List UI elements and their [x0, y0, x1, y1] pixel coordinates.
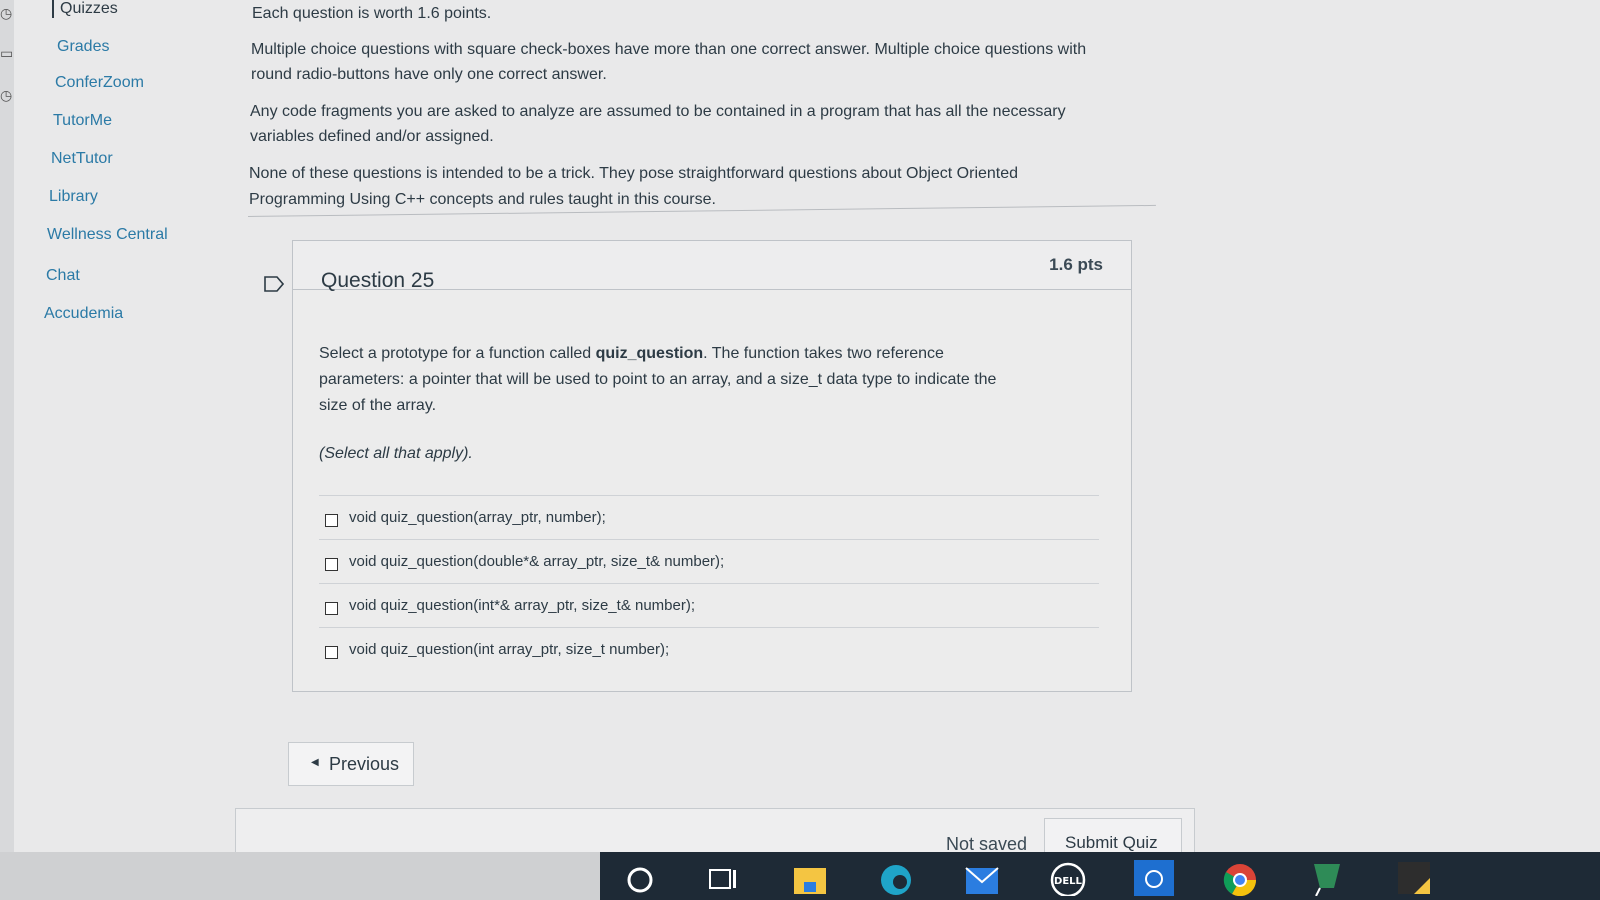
- question-text: Select a prototype for a function called…: [319, 341, 1079, 419]
- question-text-line3: size of the array.: [319, 397, 437, 414]
- search-icon[interactable]: [620, 858, 660, 896]
- chrome-icon[interactable]: [1220, 858, 1260, 896]
- answer-checkbox[interactable]: [325, 602, 338, 615]
- question-card: Question 25 1.6 pts Select a prototype f…: [292, 240, 1132, 692]
- instruction-code-line2: variables defined and/or assigned.: [250, 128, 494, 145]
- answer-checkbox[interactable]: [325, 646, 338, 659]
- dell-icon[interactable]: DELL: [1048, 858, 1088, 896]
- nav-item-nettutor[interactable]: NetTutor: [51, 150, 113, 168]
- answer-label[interactable]: void quiz_question(int*& array_ptr, size…: [349, 597, 695, 614]
- answer-label[interactable]: void quiz_question(double*& array_ptr, s…: [349, 553, 724, 570]
- inbox-icon[interactable]: ▭: [0, 46, 13, 60]
- question-points: 1.6 pts: [1049, 255, 1103, 274]
- answer-option[interactable]: void quiz_question(int*& array_ptr, size…: [319, 583, 1099, 628]
- instruction-trick-line2: Programming Using C++ concepts and rules…: [249, 191, 716, 208]
- global-nav-rail: ◷ ▭ ◷: [0, 0, 14, 900]
- answer-label[interactable]: void quiz_question(array_ptr, number);: [349, 509, 606, 526]
- cortana-icon[interactable]: [1134, 858, 1174, 896]
- foreground-blur: [0, 852, 600, 900]
- clock-icon[interactable]: ◷: [0, 6, 12, 20]
- nav-item-library[interactable]: Library: [49, 188, 98, 206]
- instruction-trick-line1: None of these questions is intended to b…: [249, 165, 1019, 182]
- svg-text:DELL: DELL: [1054, 876, 1083, 887]
- question-text-suffix: . The function takes two reference: [703, 345, 944, 362]
- nav-item-chat[interactable]: Chat: [46, 267, 80, 285]
- answer-option[interactable]: void quiz_question(double*& array_ptr, s…: [319, 539, 1099, 584]
- answer-option[interactable]: void quiz_question(int array_ptr, size_t…: [319, 627, 1099, 672]
- question-header: Question 25 1.6 pts: [293, 241, 1131, 292]
- nav-item-conferzoom[interactable]: ConferZoom: [55, 74, 144, 92]
- question-hint: (Select all that apply).: [319, 445, 473, 462]
- task-view-icon[interactable]: [702, 858, 742, 896]
- previous-button[interactable]: ◀ Previous: [288, 742, 414, 786]
- nav-item-tutorme[interactable]: TutorMe: [53, 112, 112, 130]
- submit-label: Submit Quiz: [1065, 833, 1158, 852]
- flag-question-icon[interactable]: [264, 276, 284, 292]
- answer-option[interactable]: void quiz_question(array_ptr, number);: [319, 495, 1099, 540]
- file-explorer-icon[interactable]: [790, 858, 830, 896]
- snipping-tool-icon[interactable]: [1306, 858, 1346, 896]
- instruction-code-line1: Any code fragments you are asked to anal…: [250, 103, 1066, 120]
- nav-item-wellness-central[interactable]: Wellness Central: [47, 226, 168, 244]
- sticky-notes-icon[interactable]: [1394, 858, 1434, 896]
- question-text-line2: parameters: a pointer that will be used …: [319, 371, 997, 388]
- nav-item-grades[interactable]: Grades: [57, 38, 109, 56]
- edge-icon[interactable]: [876, 858, 916, 896]
- answer-label[interactable]: void quiz_question(int array_ptr, size_t…: [349, 641, 669, 658]
- previous-label: Previous: [329, 754, 400, 774]
- function-name: quiz_question: [595, 345, 704, 362]
- answer-checkbox[interactable]: [325, 514, 338, 527]
- question-text-prefix: Select a prototype for a function called: [319, 345, 596, 362]
- instruction-checkboxes-line1: Multiple choice questions with square ch…: [251, 41, 1087, 58]
- instruction-points: Each question is worth 1.6 points.: [252, 5, 492, 22]
- history-icon[interactable]: ◷: [0, 88, 12, 102]
- instruction-checkboxes-line2: round radio-buttons have only one correc…: [251, 66, 607, 83]
- chevron-left-icon: ◀: [311, 757, 319, 768]
- nav-item-accudemia[interactable]: Accudemia: [44, 305, 123, 323]
- question-title: Question 25: [321, 269, 435, 292]
- answer-checkbox[interactable]: [325, 558, 338, 571]
- nav-item-quizzes[interactable]: Quizzes: [52, 0, 118, 18]
- mail-icon[interactable]: [962, 858, 1002, 896]
